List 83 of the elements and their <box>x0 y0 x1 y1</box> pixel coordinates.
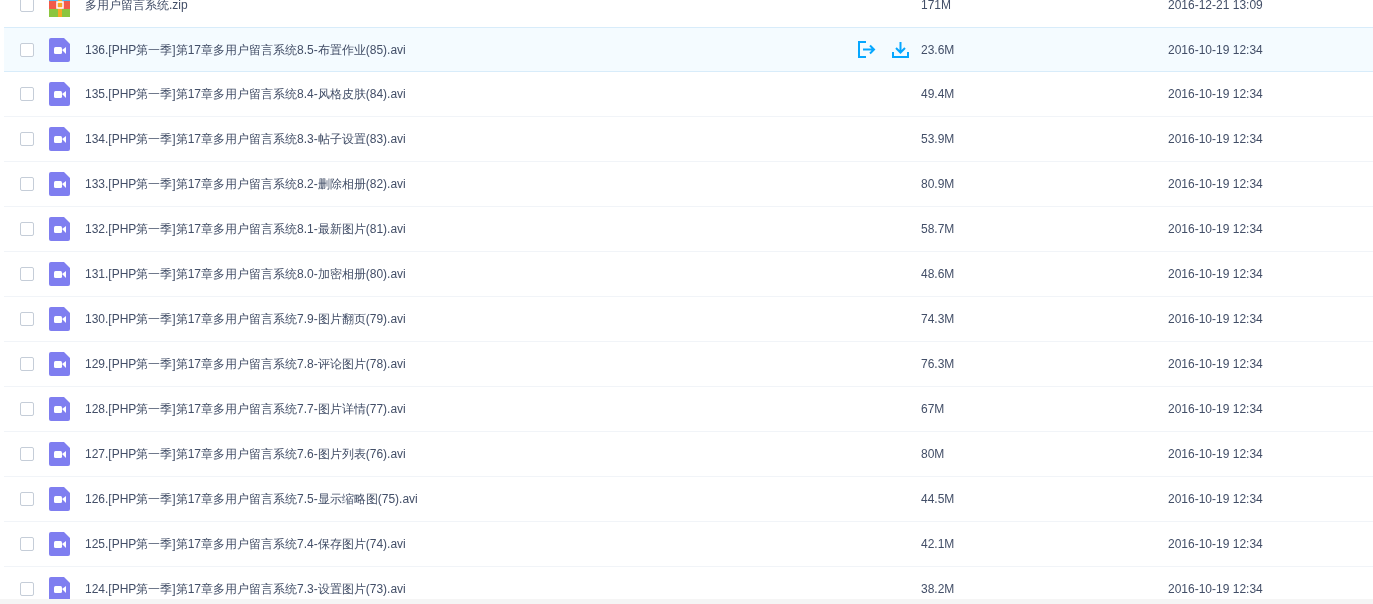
video-file-icon <box>49 532 70 556</box>
file-name[interactable]: 129.[PHP第一季]第17章多用户留言系统7.8-评论图片(78).avi <box>85 355 855 373</box>
modified-date: 2016-10-19 12:34 <box>1168 356 1263 373</box>
video-file-icon <box>49 37 70 62</box>
file-name[interactable]: 134.[PHP第一季]第17章多用户留言系统8.3-帖子设置(83).avi <box>85 130 855 148</box>
modified-date: 2016-10-19 12:34 <box>1168 491 1263 508</box>
file-size: 42.1M <box>921 536 956 553</box>
file-name[interactable]: 125.[PHP第一季]第17章多用户留言系统7.4-保存图片(74).avi <box>85 535 855 553</box>
file-row[interactable]: 126.[PHP第一季]第17章多用户留言系统7.5-显示缩略图(75).avi 44.5M 2016-10-19 12:34 <box>4 477 1373 522</box>
modified-date: 2016-10-19 12:34 <box>1168 131 1263 148</box>
file-name[interactable]: 135.[PHP第一季]第17章多用户留言系统8.4-风格皮肤(84).avi <box>85 85 855 103</box>
modified-date: 2016-10-19 12:34 <box>1168 176 1263 193</box>
file-name[interactable]: 128.[PHP第一季]第17章多用户留言系统7.7-图片详情(77).avi <box>85 400 855 418</box>
modified-date: 2016-12-21 13:09 <box>1168 0 1263 14</box>
file-size: 38.2M <box>921 581 956 598</box>
checkbox[interactable] <box>20 492 34 506</box>
modified-date: 2016-10-19 12:34 <box>1168 446 1263 463</box>
video-file-icon <box>49 172 70 196</box>
video-file-icon <box>49 127 70 151</box>
file-size: 74.3M <box>921 311 956 328</box>
file-size: 23.6M <box>921 41 956 59</box>
checkbox[interactable] <box>20 402 34 416</box>
video-file-icon <box>49 487 70 511</box>
checkbox[interactable] <box>20 132 34 146</box>
file-name[interactable]: 131.[PHP第一季]第17章多用户留言系统8.0-加密相册(80).avi <box>85 265 855 283</box>
video-file-icon <box>49 262 70 286</box>
modified-date: 2016-10-19 12:34 <box>1168 581 1263 598</box>
file-size: 67M <box>921 401 946 418</box>
modified-date: 2016-10-19 12:34 <box>1168 311 1263 328</box>
share-button[interactable] <box>855 38 877 61</box>
modified-date: 2016-10-19 12:34 <box>1168 86 1263 103</box>
file-row[interactable]: 135.[PHP第一季]第17章多用户留言系统8.4-风格皮肤(84).avi 49.4M 2016-10-19 12:34 <box>4 72 1373 117</box>
file-row[interactable]: 133.[PHP第一季]第17章多用户留言系统8.2-删除相册(82).avi 80.9M 2016-10-19 12:34 <box>4 162 1373 207</box>
checkbox[interactable] <box>20 357 34 371</box>
modified-date: 2016-10-19 12:34 <box>1168 401 1263 418</box>
file-name[interactable]: 124.[PHP第一季]第17章多用户留言系统7.3-设置图片(73).avi <box>85 580 855 598</box>
file-row[interactable]: 136.[PHP第一季]第17章多用户留言系统8.5-布置作业(85).avi 23.6M 2016-10-19 12:34 <box>4 27 1373 72</box>
video-file-icon <box>49 82 70 106</box>
checkbox[interactable] <box>20 222 34 236</box>
file-size: 53.9M <box>921 131 956 148</box>
video-file-icon <box>49 352 70 376</box>
file-name[interactable]: 136.[PHP第一季]第17章多用户留言系统8.5-布置作业(85).avi <box>85 40 855 59</box>
checkbox[interactable] <box>20 312 34 326</box>
checkbox[interactable] <box>20 267 34 281</box>
video-file-icon <box>49 577 70 599</box>
file-size: 49.4M <box>921 86 956 103</box>
video-file-icon <box>49 442 70 466</box>
file-size: 58.7M <box>921 221 956 238</box>
file-row[interactable]: 134.[PHP第一季]第17章多用户留言系统8.3-帖子设置(83).avi 53.9M 2016-10-19 12:34 <box>4 117 1373 162</box>
file-name[interactable]: 132.[PHP第一季]第17章多用户留言系统8.1-最新图片(81).avi <box>85 220 855 238</box>
file-name[interactable]: 127.[PHP第一季]第17章多用户留言系统7.6-图片列表(76).avi <box>85 445 855 463</box>
checkbox[interactable] <box>20 42 34 57</box>
checkbox[interactable] <box>20 537 34 551</box>
file-row[interactable]: 127.[PHP第一季]第17章多用户留言系统7.6-图片列表(76).avi 80M 2016-10-19 12:34 <box>4 432 1373 477</box>
file-row[interactable]: 125.[PHP第一季]第17章多用户留言系统7.4-保存图片(74).avi 42.1M 2016-10-19 12:34 <box>4 522 1373 567</box>
checkbox[interactable] <box>20 0 34 12</box>
file-size: 171M <box>921 0 953 14</box>
checkbox[interactable] <box>20 447 34 461</box>
video-file-icon <box>49 217 70 241</box>
file-size: 44.5M <box>921 491 956 508</box>
file-name[interactable]: 133.[PHP第一季]第17章多用户留言系统8.2-删除相册(82).avi <box>85 175 855 193</box>
file-row[interactable]: 130.[PHP第一季]第17章多用户留言系统7.9-图片翻页(79).avi 74.3M 2016-10-19 12:34 <box>4 297 1373 342</box>
file-name[interactable]: 126.[PHP第一季]第17章多用户留言系统7.5-显示缩略图(75).avi <box>85 490 855 508</box>
checkbox[interactable] <box>20 582 34 596</box>
video-file-icon <box>49 397 70 421</box>
scrollbar-track[interactable] <box>0 599 1373 604</box>
file-row[interactable]: 129.[PHP第一季]第17章多用户留言系统7.8-评论图片(78).avi 76.3M 2016-10-19 12:34 <box>4 342 1373 387</box>
file-name[interactable]: 130.[PHP第一季]第17章多用户留言系统7.9-图片翻页(79).avi <box>85 310 855 328</box>
file-size: 80M <box>921 446 946 463</box>
modified-date: 2016-10-19 12:34 <box>1168 221 1263 238</box>
file-row[interactable]: 128.[PHP第一季]第17章多用户留言系统7.7-图片详情(77).avi 67M 2016-10-19 12:34 <box>4 387 1373 432</box>
file-size: 48.6M <box>921 266 956 283</box>
archive-file-icon <box>49 0 70 17</box>
file-row[interactable]: 132.[PHP第一季]第17章多用户留言系统8.1-最新图片(81).avi 58.7M 2016-10-19 12:34 <box>4 207 1373 252</box>
file-size: 76.3M <box>921 356 956 373</box>
video-file-icon <box>49 307 70 331</box>
checkbox[interactable] <box>20 177 34 191</box>
file-size: 80.9M <box>921 176 956 193</box>
modified-date: 2016-10-19 12:34 <box>1168 41 1263 59</box>
checkbox[interactable] <box>20 87 34 101</box>
modified-date: 2016-10-19 12:34 <box>1168 536 1263 553</box>
file-row[interactable]: 131.[PHP第一季]第17章多用户留言系统8.0-加密相册(80).avi 48.6M 2016-10-19 12:34 <box>4 252 1373 297</box>
modified-date: 2016-10-19 12:34 <box>1168 266 1263 283</box>
